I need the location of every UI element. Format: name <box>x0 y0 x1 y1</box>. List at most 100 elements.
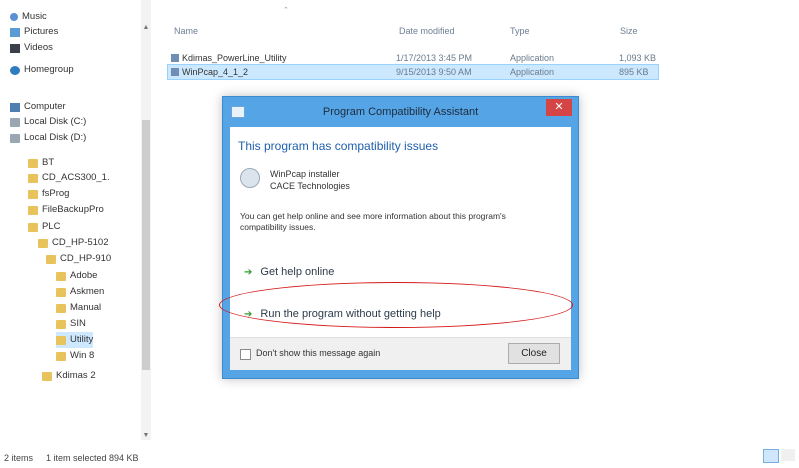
nav-item[interactable]: CD_HP-910 <box>46 251 111 267</box>
file-size: 1,093 KB <box>619 53 657 63</box>
nav-item[interactable]: BT <box>28 155 54 171</box>
folder-icon <box>28 173 38 183</box>
nav-item-label: Kdimas 2 <box>56 370 96 381</box>
nav-item[interactable]: Askmen <box>56 284 104 300</box>
nav-item-label: Askmen <box>70 286 105 297</box>
checkbox-label: Don't show this message again <box>256 348 381 358</box>
nav-item[interactable]: Local Disk (D:) <box>10 130 86 146</box>
nav-item-label: Videos <box>24 42 53 53</box>
nav-item[interactable]: PLC <box>28 219 60 235</box>
homegroup-icon <box>10 65 20 75</box>
folder-icon <box>28 189 38 199</box>
status-item-count: 2 items <box>4 453 34 463</box>
folder-icon <box>38 238 48 248</box>
installer-icon <box>240 168 260 188</box>
nav-item-label: Win 8 <box>70 350 95 361</box>
nav-item[interactable]: fsProg <box>28 186 69 202</box>
nav-item[interactable]: Music <box>10 9 47 25</box>
red-highlight-ellipse <box>219 282 573 328</box>
dialog-heading: This program has compatibility issues <box>238 139 439 153</box>
close-icon[interactable]: ✕ <box>546 99 572 116</box>
nav-item-label: Homegroup <box>24 64 74 75</box>
sort-caret-icon: ⌃ <box>283 7 289 14</box>
dialog-info-text: You can get help online and see more inf… <box>240 211 506 232</box>
file-size: 895 KB <box>619 67 649 77</box>
nav-item-label: CD_HP-5102 <box>52 237 109 248</box>
nav-item-label: Adobe <box>70 270 98 281</box>
folder-icon <box>56 351 66 361</box>
navigation-pane: Music Pictures Videos Homegroup Computer Loca… <box>0 0 158 450</box>
close-button[interactable]: Close <box>508 343 560 364</box>
folder-icon <box>46 254 56 264</box>
nav-item[interactable]: Videos <box>10 40 53 56</box>
dialog-title: Program Compatibility Assistant <box>322 106 479 118</box>
column-header-date[interactable]: Date modified <box>399 26 455 36</box>
nav-item[interactable]: SIN <box>56 316 86 332</box>
nav-scrollbar-thumb[interactable] <box>142 120 150 370</box>
column-header-size[interactable]: Size <box>620 26 638 36</box>
details-view-icon[interactable] <box>763 449 779 463</box>
nav-item-label: FileBackupPro <box>42 204 104 215</box>
nav-item-label: Pictures <box>24 26 59 37</box>
nav-item[interactable]: CD_ACS300_1. <box>28 170 110 186</box>
nav-item-label: BT <box>42 157 55 168</box>
nav-item[interactable]: CD_HP-5102 <box>38 235 109 251</box>
dialog-body: This program has compatibility issues Wi… <box>230 127 571 370</box>
nav-item[interactable]: Manual <box>56 300 101 316</box>
nav-item-label: PLC <box>42 221 61 232</box>
nav-item[interactable]: Win 8 <box>56 348 94 364</box>
nav-item-label: CD_HP-910 <box>60 253 112 264</box>
computer-icon <box>10 102 20 112</box>
nav-item[interactable]: Pictures <box>10 24 58 40</box>
disk-icon <box>10 117 20 127</box>
dialog-footer: Don't show this message again Close <box>230 337 571 370</box>
dont-show-again-checkbox[interactable] <box>240 349 251 360</box>
status-selection: 1 item selected 894 KB <box>46 453 139 463</box>
videos-icon <box>10 43 20 53</box>
large-icons-view-icon[interactable] <box>781 449 795 461</box>
get-help-online-option[interactable]: ➔ Get help online <box>244 262 334 282</box>
folder-icon <box>56 335 66 345</box>
folder-icon <box>28 222 38 232</box>
folder-icon <box>56 319 66 329</box>
application-icon <box>171 68 179 76</box>
folder-icon <box>56 287 66 297</box>
pictures-icon <box>10 27 20 37</box>
nav-item-label: Local Disk (C:) <box>24 116 87 127</box>
nav-item[interactable]: Utility <box>56 332 94 348</box>
file-name: Kdimas_PowerLine_Utility <box>182 53 287 63</box>
file-row-selected[interactable]: WinPcap_4_1_2 9/15/2013 9:50 AM Applicat… <box>167 64 659 80</box>
folder-icon <box>28 158 38 168</box>
file-name: WinPcap_4_1_2 <box>182 67 249 77</box>
compatibility-dialog: Program Compatibility Assistant ✕ This p… <box>222 96 579 379</box>
nav-item-label: SIN <box>70 318 86 329</box>
file-date: 1/17/2013 3:45 PM <box>396 53 473 63</box>
scroll-down-icon[interactable]: ▼ <box>141 432 151 442</box>
music-icon <box>10 13 18 21</box>
folder-icon <box>56 303 66 313</box>
disk-icon <box>10 133 20 143</box>
folder-icon <box>28 205 38 215</box>
arrow-right-icon: ➔ <box>244 266 253 278</box>
column-headers: Name Date modified Type Size <box>165 22 799 40</box>
file-type: Application <box>510 67 555 77</box>
nav-item-label: Local Disk (D:) <box>24 132 87 143</box>
file-row[interactable]: Kdimas_PowerLine_Utility 1/17/2013 3:45 … <box>167 51 657 65</box>
scroll-up-icon[interactable]: ▲ <box>141 24 151 34</box>
status-bar: 2 items 1 item selected 894 KB <box>0 448 799 468</box>
folder-icon <box>56 271 66 281</box>
nav-item[interactable]: Kdimas 2 <box>42 368 96 384</box>
nav-item[interactable]: Homegroup <box>10 62 74 78</box>
nav-item[interactable]: Adobe <box>56 268 97 284</box>
nav-item[interactable]: FileBackupPro <box>28 202 104 218</box>
option-label: Get help online <box>260 266 335 278</box>
nav-item[interactable]: Local Disk (C:) <box>10 114 86 130</box>
column-header-type[interactable]: Type <box>510 26 530 36</box>
nav-item-label: Manual <box>70 302 102 313</box>
nav-item[interactable]: Computer <box>10 99 66 115</box>
nav-item-label: CD_ACS300_1. <box>42 172 110 183</box>
nav-item-label: Music <box>22 11 47 22</box>
nav-item-label: Utility <box>70 334 94 345</box>
nav-item-label: fsProg <box>42 188 70 199</box>
column-header-name[interactable]: Name <box>174 26 198 36</box>
